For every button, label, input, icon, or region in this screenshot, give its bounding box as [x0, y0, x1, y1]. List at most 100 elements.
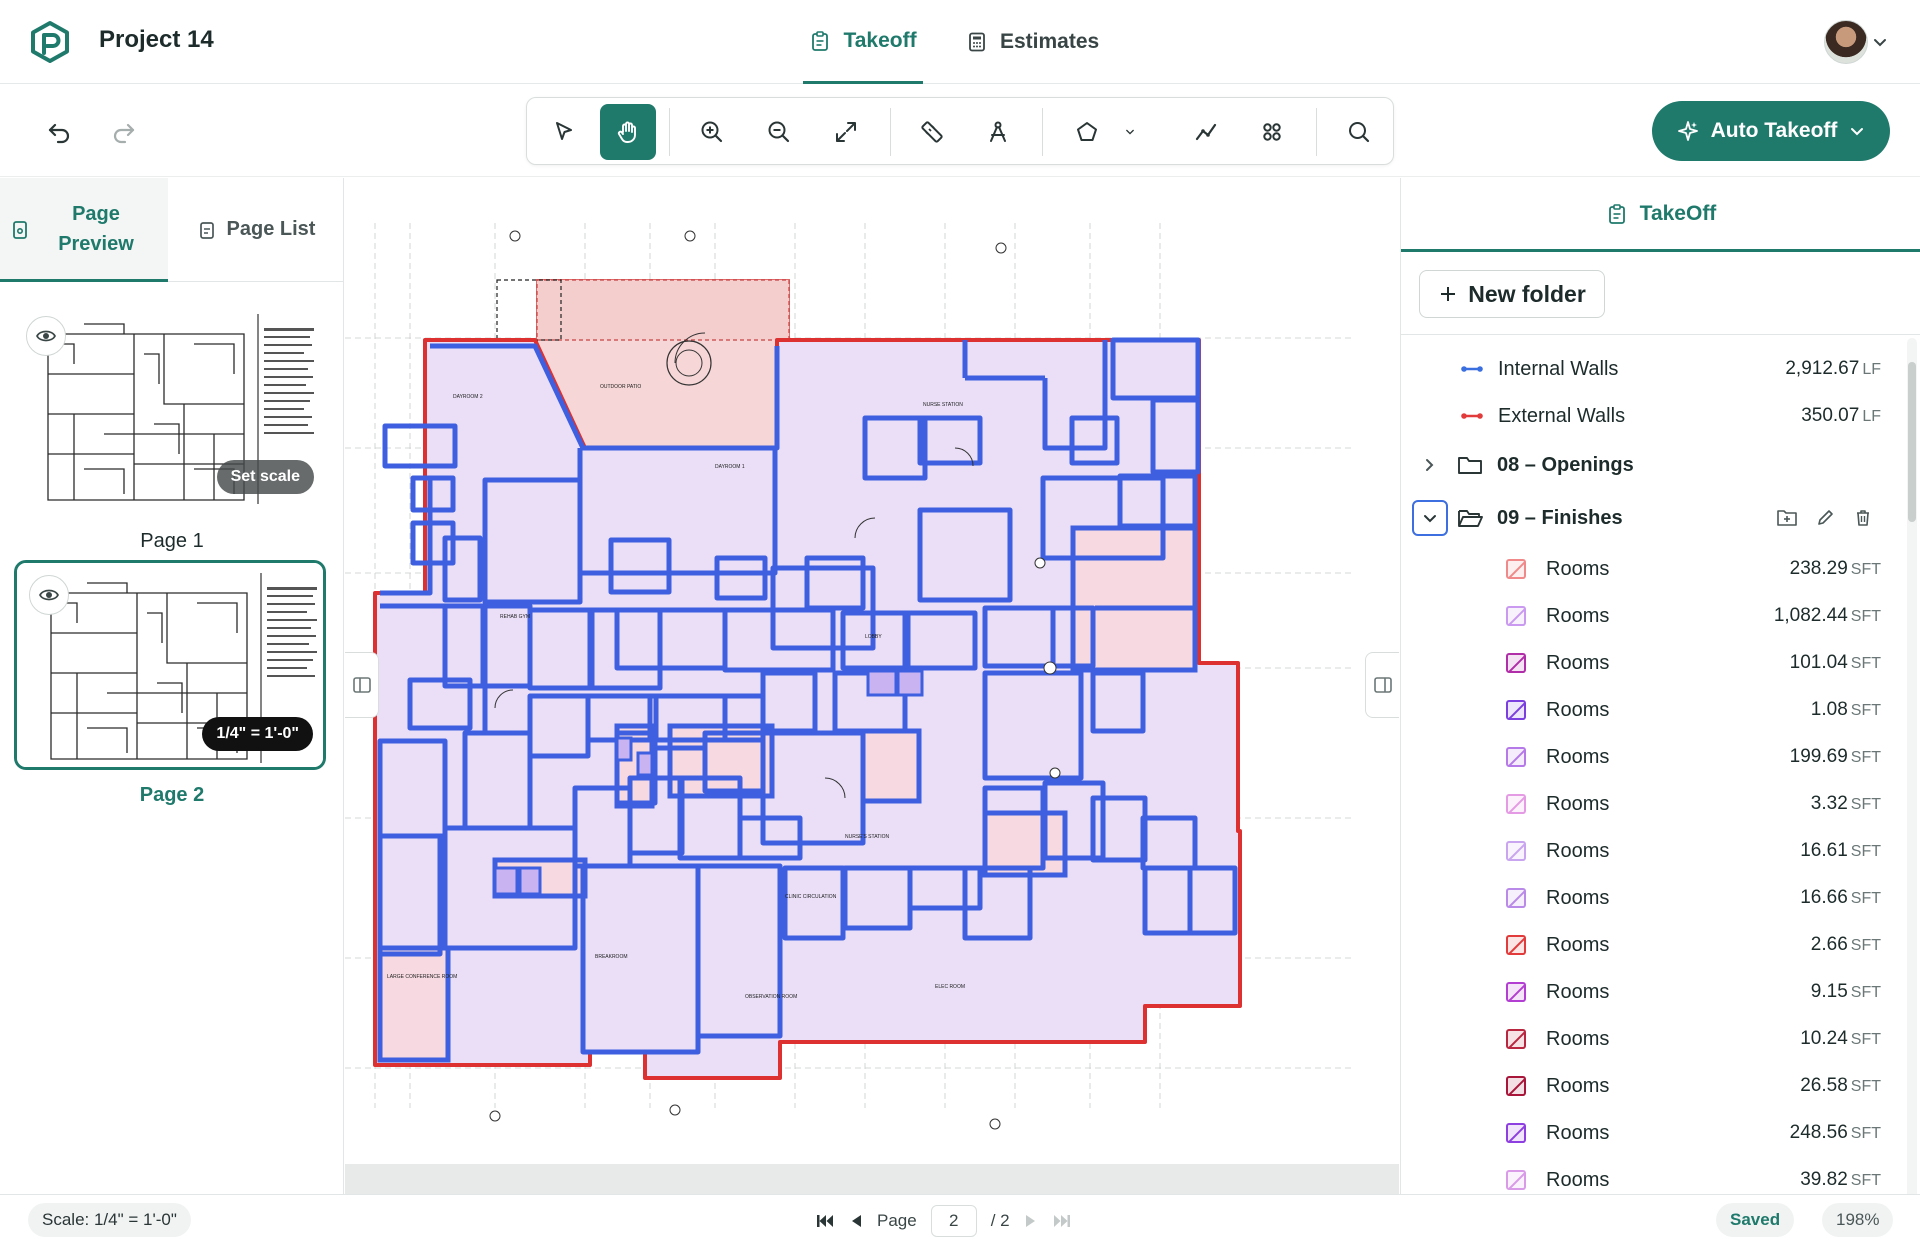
page-number-input[interactable]: 2 [930, 1205, 977, 1237]
folder-expand-toggle[interactable] [1412, 500, 1448, 536]
polygon-options-button[interactable] [1112, 104, 1148, 160]
svg-text:ELEC ROOM: ELEC ROOM [935, 984, 965, 990]
toolbar-divider [1316, 108, 1317, 156]
collapse-left-panel-button[interactable] [345, 652, 379, 718]
visibility-toggle[interactable] [26, 316, 66, 356]
tab-takeoff-panel[interactable]: TakeOff [1401, 178, 1920, 252]
set-scale-badge[interactable]: Set scale [216, 460, 314, 494]
vertical-scrollbar[interactable] [1907, 338, 1917, 1194]
takeoff-item-room[interactable]: Rooms 1.08 SFT [1401, 687, 1901, 733]
takeoff-item-room[interactable]: Rooms 248.56 SFT [1401, 1110, 1901, 1156]
tab-takeoff[interactable]: Takeoff [803, 0, 923, 84]
chevron-right-icon[interactable] [1421, 457, 1437, 473]
takeoff-item-room[interactable]: Rooms 2.66 SFT [1401, 922, 1901, 968]
page-scale-badge: 1/4" = 1'-0" [202, 717, 313, 751]
page-panel: Page Preview Page List Set scale Page 1 [0, 178, 344, 1194]
user-avatar[interactable] [1824, 20, 1868, 64]
new-folder-button[interactable]: New folder [1419, 270, 1605, 318]
chevron-down-icon [1126, 129, 1134, 135]
item-name: Rooms [1546, 933, 1610, 956]
zoom-out-button[interactable] [751, 104, 807, 160]
floor-plan-drawing[interactable]: DAYROOM 2 OUTDOOR PATIO DAYROOM 1 NURSE … [345, 178, 1399, 1164]
add-subfolder-icon[interactable] [1776, 508, 1798, 528]
takeoff-item-room[interactable]: Rooms 1,082.44 SFT [1401, 593, 1901, 639]
folder-icon [1458, 457, 1482, 474]
zoom-level[interactable]: 198% [1822, 1203, 1894, 1237]
svg-text:OBSERVATION ROOM: OBSERVATION ROOM [745, 994, 797, 1000]
takeoff-item-room[interactable]: Rooms 16.66 SFT [1401, 875, 1901, 921]
app-logo-icon[interactable] [28, 20, 72, 64]
room-swatch-icon [1506, 606, 1526, 626]
item-value: 10.24 SFT [1800, 1028, 1881, 1049]
item-value: 248.56 SFT [1789, 1122, 1881, 1143]
room-swatch-icon [1506, 700, 1526, 720]
item-value: 199.69 SFT [1789, 746, 1881, 767]
toolbar-divider [669, 108, 670, 156]
blueprint-canvas[interactable]: DAYROOM 2 OUTDOOR PATIO DAYROOM 1 NURSE … [345, 178, 1399, 1194]
room-swatch-icon [1506, 1170, 1526, 1190]
collapse-right-panel-button[interactable] [1365, 652, 1399, 718]
scale-tool-button[interactable] [970, 104, 1026, 160]
page-thumbnail-2[interactable]: 1/4" = 1'-0" [14, 560, 326, 770]
item-name: Rooms [1546, 1168, 1610, 1191]
first-page-button[interactable] [815, 1213, 835, 1229]
svg-text:LARGE CONFERENCE ROOM: LARGE CONFERENCE ROOM [387, 974, 457, 980]
trash-icon[interactable] [1853, 508, 1873, 528]
horizontal-scrollbar[interactable] [345, 1164, 1399, 1194]
takeoff-item-room[interactable]: Rooms 39.82 SFT [1401, 1157, 1901, 1194]
item-value: 101.04 SFT [1789, 652, 1881, 673]
item-value: 9.15 SFT [1810, 981, 1881, 1002]
item-name: Rooms [1546, 604, 1610, 627]
takeoff-item-room[interactable]: Rooms 101.04 SFT [1401, 640, 1901, 686]
item-name: Rooms [1546, 1027, 1610, 1050]
previous-page-button[interactable] [849, 1213, 863, 1229]
takeoff-item-room[interactable]: Rooms 9.15 SFT [1401, 969, 1901, 1015]
drawing-tools [526, 97, 1394, 165]
clipboard-icon [812, 30, 829, 51]
visibility-toggle[interactable] [29, 575, 69, 615]
pan-tool-button[interactable] [600, 104, 656, 160]
folder-finishes[interactable]: 09 – Finishes [1401, 495, 1901, 541]
tab-page-preview[interactable]: Page Preview [0, 178, 168, 282]
takeoff-item-room[interactable]: Rooms 26.58 SFT [1401, 1063, 1901, 1109]
redo-button[interactable] [109, 117, 139, 147]
fit-to-screen-button[interactable] [818, 104, 874, 160]
folder-open-icon [1458, 510, 1483, 527]
select-tool-button[interactable] [536, 104, 592, 160]
next-page-button[interactable] [1024, 1213, 1038, 1229]
tab-page-list[interactable]: Page List [168, 178, 344, 282]
chevron-down-icon[interactable] [1872, 34, 1888, 50]
search-button[interactable] [1331, 104, 1387, 160]
zoom-in-button[interactable] [684, 104, 740, 160]
item-value: 2.66 SFT [1810, 934, 1881, 955]
svg-text:LOBBY: LOBBY [865, 634, 882, 640]
page-2-label: Page 2 [139, 784, 205, 806]
room-swatch-icon [1506, 794, 1526, 814]
item-name: Internal Walls [1498, 357, 1619, 380]
takeoff-item-external-walls[interactable]: External Walls 350.07 LF [1401, 393, 1901, 439]
scrollbar-thumb[interactable] [1908, 362, 1916, 522]
page-total: / 2 [990, 1211, 1010, 1230]
undo-button[interactable] [44, 117, 74, 147]
measure-tool-button[interactable] [904, 104, 960, 160]
edit-pencil-icon[interactable] [1815, 508, 1835, 528]
polygon-tool-button[interactable] [1059, 104, 1115, 160]
cursor-arrow-icon [556, 122, 572, 140]
tab-estimates[interactable]: Estimates [966, 0, 1099, 84]
takeoff-item-room[interactable]: Rooms 199.69 SFT [1401, 734, 1901, 780]
line-legend-icon [1461, 413, 1483, 419]
takeoff-item-room[interactable]: Rooms 10.24 SFT [1401, 1016, 1901, 1062]
polyline-tool-button[interactable] [1178, 104, 1234, 160]
folder-openings[interactable]: 08 – Openings [1401, 442, 1901, 488]
page-thumbnail-1[interactable]: Set scale [14, 304, 326, 508]
takeoff-item-internal-walls[interactable]: Internal Walls 2,912.67 LF [1401, 346, 1901, 392]
polyline-icon [1195, 123, 1217, 141]
takeoff-item-room[interactable]: Rooms 238.29 SFT [1401, 546, 1901, 592]
item-value: 16.66 SFT [1800, 887, 1881, 908]
new-folder-label: New folder [1468, 280, 1586, 307]
auto-takeoff-button[interactable]: Auto Takeoff [1652, 101, 1890, 161]
takeoff-item-room[interactable]: Rooms 16.61 SFT [1401, 828, 1901, 874]
last-page-button[interactable] [1052, 1213, 1072, 1229]
count-tool-button[interactable] [1244, 104, 1300, 160]
takeoff-item-room[interactable]: Rooms 3.32 SFT [1401, 781, 1901, 827]
